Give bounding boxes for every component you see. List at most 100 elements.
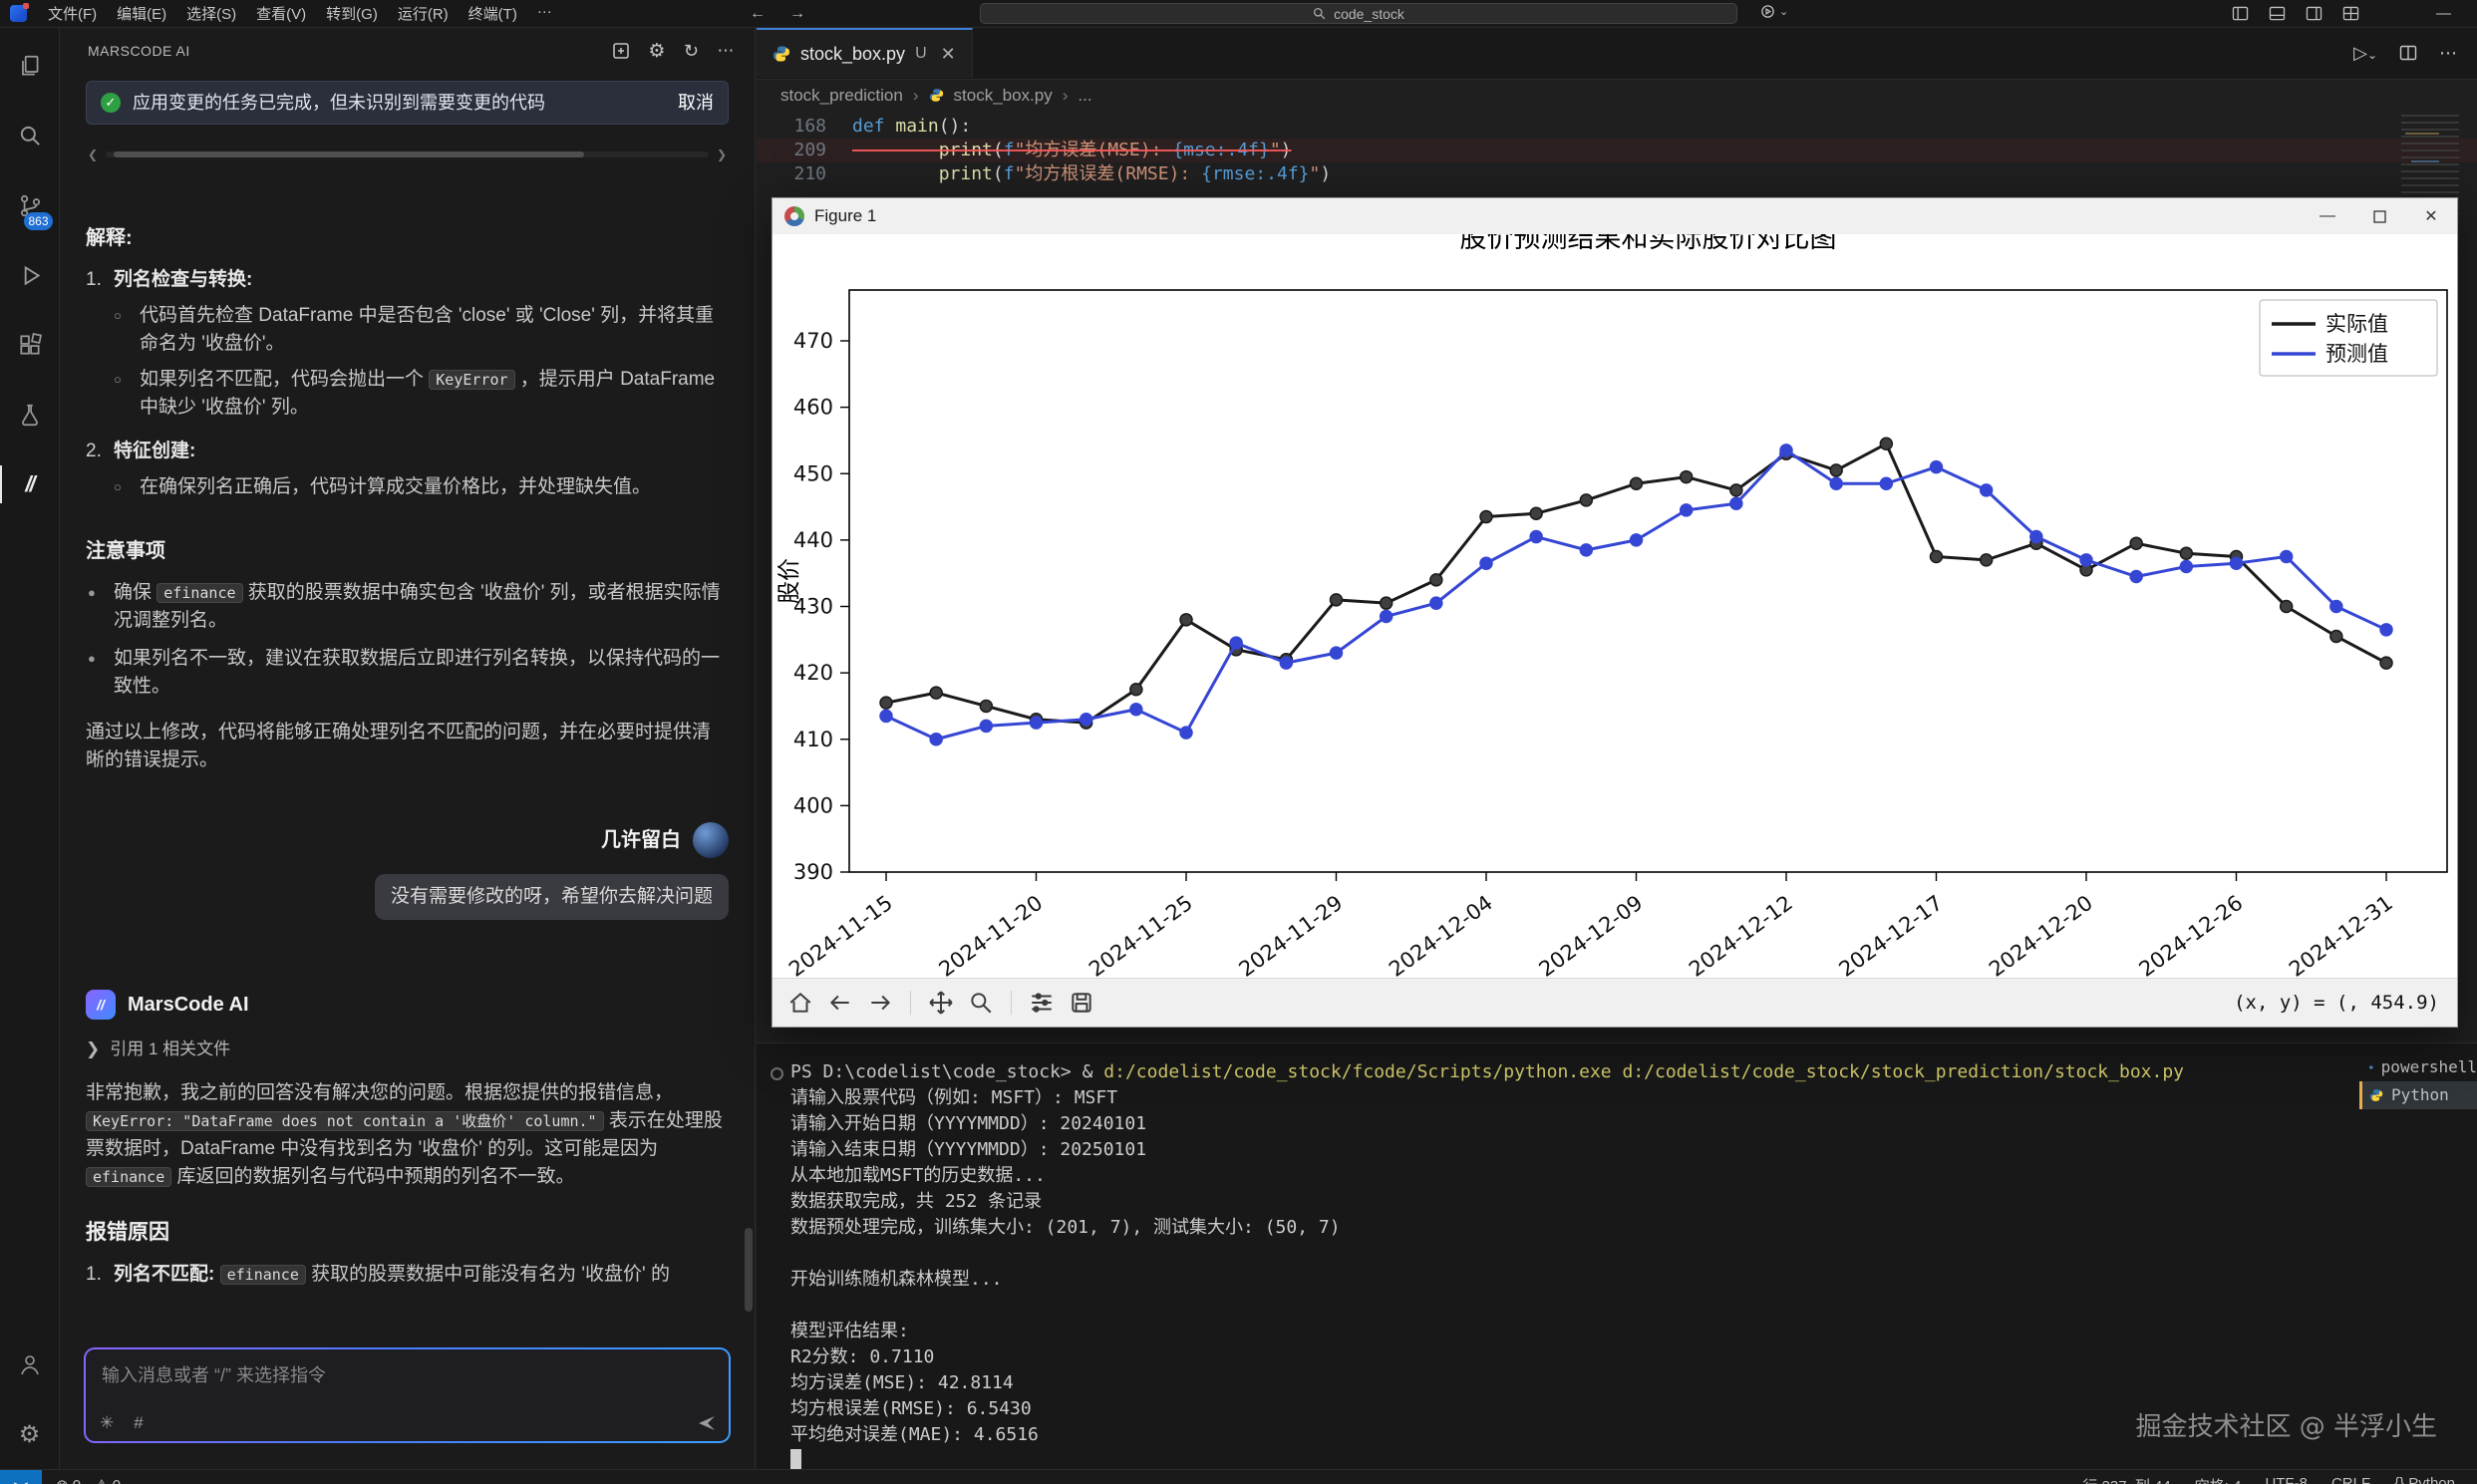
menu-selection[interactable]: 选择(S) xyxy=(177,2,245,25)
sidebar-item-marscode[interactable]: // xyxy=(0,449,60,519)
command-center-search[interactable]: code_stock xyxy=(980,3,1737,24)
code-editor[interactable]: 168 def main(): 209 print(f"均方误差(MSE): {… xyxy=(757,111,2477,186)
menu-more[interactable]: ··· xyxy=(528,2,561,25)
breadcrumb-symbol[interactable]: ... xyxy=(1078,86,1091,106)
run-python-file-button[interactable]: ▷⌄ xyxy=(2353,43,2377,64)
sidebar-item-source-control[interactable]: 863 xyxy=(0,170,60,240)
terminal-tab-python[interactable]: Python xyxy=(2359,1081,2477,1109)
context-hash-icon[interactable]: # xyxy=(134,1413,143,1433)
bullet-icon: ○ xyxy=(114,473,140,501)
pan-icon[interactable] xyxy=(923,985,959,1021)
toggle-sidebar-icon[interactable] xyxy=(2232,6,2249,21)
panel-title: MARSCODE AI xyxy=(88,43,612,59)
scroll-right-icon[interactable]: ❯ xyxy=(717,141,727,168)
chat-scroll-area[interactable]: ✓ 应用变更的任务已完成，但未识别到需要变更的代码 取消 ❮ ❯ 解释: 1. … xyxy=(60,75,755,1339)
breadcrumb[interactable]: stock_prediction › stock_box.py › ... xyxy=(757,80,2477,111)
activity-bar: 863 // ⚙ xyxy=(0,27,60,1469)
note-bullet: ● 确保 efinance 获取的股票数据中确实包含 '收盘价' 列，或者根据实… xyxy=(86,579,729,635)
errors-count[interactable]: ⊗ 0 xyxy=(56,1476,81,1484)
breadcrumb-file[interactable]: stock_box.py xyxy=(954,86,1053,106)
list-bullet: ○ 在确保列名正确后，代码计算成交量价格比，并处理缺失值。 xyxy=(86,473,729,501)
sidebar-item-search[interactable] xyxy=(0,101,60,170)
code-line[interactable]: 168 def main(): xyxy=(757,115,2477,139)
sidebar-item-explorer[interactable] xyxy=(0,31,60,101)
scroll-left-icon[interactable]: ❮ xyxy=(88,141,98,168)
forward-icon[interactable] xyxy=(862,985,898,1021)
testing-flask-icon xyxy=(17,402,43,428)
encoding[interactable]: UTF-8 xyxy=(2265,1475,2308,1484)
menu-go[interactable]: 转到(G) xyxy=(317,2,387,25)
prediction-chart[interactable]: 3904004104204304404504604702024-11-15202… xyxy=(773,234,2457,979)
new-chat-icon[interactable] xyxy=(612,42,630,60)
tab-stock-box[interactable]: stock_box.py U ✕ xyxy=(757,28,973,78)
run-debug-icon xyxy=(17,262,43,288)
toggle-secondary-sidebar-icon[interactable] xyxy=(2306,6,2322,21)
search-options[interactable]: ⌄ xyxy=(1760,4,1788,19)
bullet-icon: ○ xyxy=(114,302,140,358)
menu-edit[interactable]: 编辑(E) xyxy=(108,2,175,25)
menu-view[interactable]: 查看(V) xyxy=(247,2,315,25)
assistant-row: // MarsCode AI xyxy=(86,990,729,1020)
figure-maximize-button[interactable] xyxy=(2353,198,2405,234)
figure-titlebar[interactable]: Figure 1 — ✕ xyxy=(773,198,2457,235)
terminal-tab-powershell[interactable]: powershell xyxy=(2359,1053,2477,1081)
figure-close-button[interactable]: ✕ xyxy=(2405,198,2457,234)
sidebar-item-account[interactable] xyxy=(0,1330,60,1399)
notice-scrollbar[interactable]: ❮ ❯ xyxy=(88,141,727,168)
close-icon[interactable]: ✕ xyxy=(941,44,956,65)
figure-window[interactable]: Figure 1 — ✕ 390400410420430440450460470… xyxy=(772,197,2458,1028)
history-icon[interactable]: ↻ xyxy=(684,41,700,62)
terminal-panel[interactable]: PS D:\codelist\code_stock> & d:/codelist… xyxy=(757,1042,2477,1470)
history-forward-icon[interactable]: → xyxy=(789,5,805,23)
menu-run[interactable]: 运行(R) xyxy=(389,2,458,25)
gear-icon: ⚙ xyxy=(19,1420,41,1449)
svg-text:2024-12-20: 2024-12-20 xyxy=(1985,891,2097,979)
settings-icon[interactable]: ⚙ xyxy=(648,40,666,63)
svg-text:2024-11-20: 2024-11-20 xyxy=(935,891,1048,979)
indentation[interactable]: 空格: 4 xyxy=(2195,1475,2242,1484)
customize-layout-icon[interactable] xyxy=(2342,6,2359,21)
window-minimize-button[interactable]: — xyxy=(2436,0,2451,27)
svg-text:2024-12-12: 2024-12-12 xyxy=(1685,891,1797,979)
terminal-output[interactable]: PS D:\codelist\code_stock> & d:/codelist… xyxy=(790,1059,2337,1474)
error-item-text: 列名不匹配: efinance 获取的股票数据中可能没有名为 '收盘价' 的 xyxy=(114,1261,670,1289)
back-icon[interactable] xyxy=(822,985,858,1021)
terminal-line xyxy=(790,1293,2337,1319)
home-icon[interactable] xyxy=(782,985,818,1021)
more-actions-icon[interactable]: ⋯ xyxy=(2439,43,2457,64)
code-line[interactable]: 210 print(f"均方根误差(RMSE): {rmse:.4f}") xyxy=(757,162,2477,186)
figure-minimize-button[interactable]: — xyxy=(2302,198,2353,234)
cancel-button[interactable]: 取消 xyxy=(664,91,714,115)
toggle-panel-icon[interactable] xyxy=(2269,6,2286,21)
reference-toggle[interactable]: ❯ 引用 1 相关文件 xyxy=(86,1036,729,1063)
configure-subplots-icon[interactable] xyxy=(1024,985,1060,1021)
cursor-position[interactable]: 行 237, 列 44 xyxy=(2082,1475,2170,1484)
sidebar-scrollbar[interactable] xyxy=(745,1228,753,1312)
remote-indicator[interactable]: >< xyxy=(0,1470,42,1484)
eol[interactable]: CRLF xyxy=(2331,1475,2370,1484)
save-icon[interactable] xyxy=(1064,985,1099,1021)
notes-heading: 注意事项 xyxy=(86,537,729,565)
split-editor-icon[interactable] xyxy=(2399,45,2417,61)
bullet-text: 如果列名不匹配，代码会抛出一个 KeyError ，提示用户 DataFrame… xyxy=(140,366,729,422)
code-line-deleted[interactable]: 209 print(f"均方误差(MSE): {mse:.4f}") xyxy=(757,139,2477,162)
terminal-cursor[interactable] xyxy=(790,1449,801,1470)
zoom-icon[interactable] xyxy=(963,985,999,1021)
history-back-icon[interactable]: ← xyxy=(750,5,766,23)
code-token xyxy=(852,140,939,160)
chat-input[interactable]: 输入消息或者 “/” 来选择指令 ✳ # xyxy=(86,1349,729,1441)
menu-file[interactable]: 文件(F) xyxy=(39,2,106,25)
menu-terminal[interactable]: 终端(T) xyxy=(460,2,526,25)
language-mode[interactable]: {} Python xyxy=(2394,1475,2455,1484)
send-button[interactable] xyxy=(697,1413,717,1433)
sidebar-item-settings[interactable]: ⚙ xyxy=(0,1399,60,1469)
svg-text:390: 390 xyxy=(793,860,833,884)
more-icon[interactable]: ⋯ xyxy=(718,41,736,61)
sidebar-item-run-debug[interactable] xyxy=(0,240,60,310)
skills-icon[interactable]: ✳ xyxy=(100,1413,114,1433)
sidebar-item-extensions[interactable] xyxy=(0,310,60,380)
sidebar-item-testing[interactable] xyxy=(0,380,60,449)
breadcrumb-folder[interactable]: stock_prediction xyxy=(780,86,903,106)
warnings-count[interactable]: ⚠ 0 xyxy=(95,1476,121,1484)
figure-canvas[interactable]: 3904004104204304404504604702024-11-15202… xyxy=(773,234,2457,979)
